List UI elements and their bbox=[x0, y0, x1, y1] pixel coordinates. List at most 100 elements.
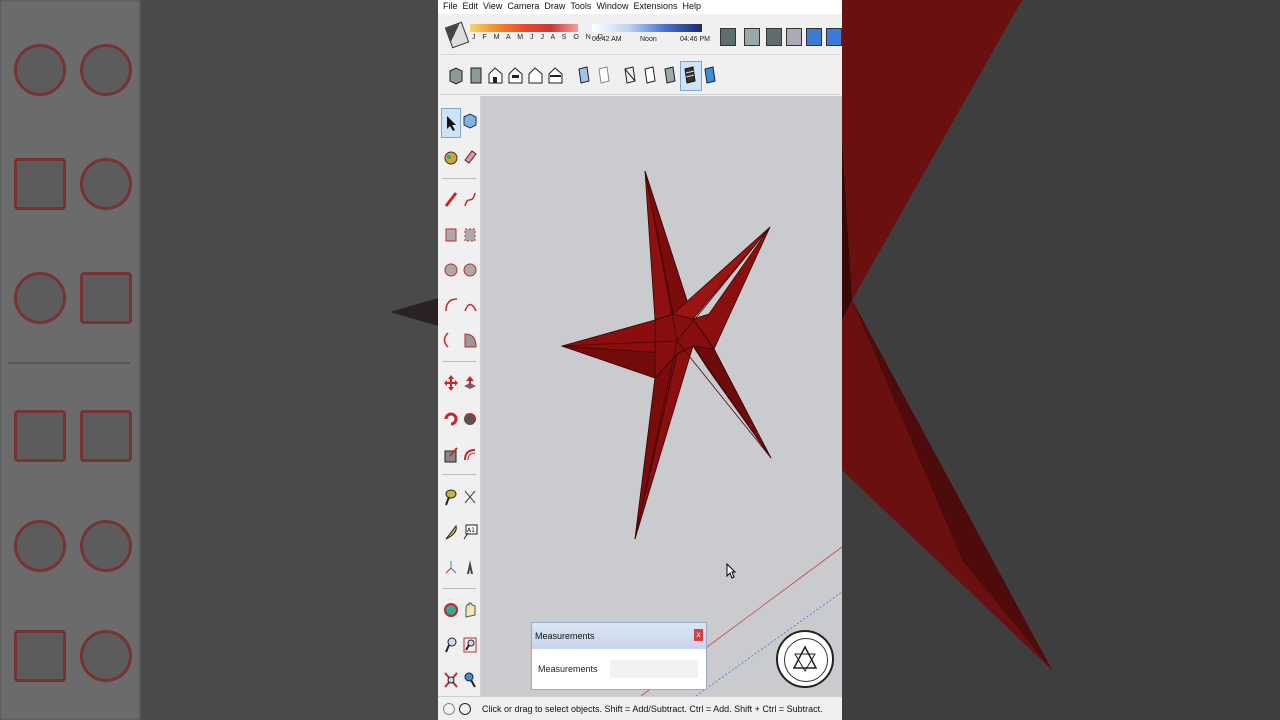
component-icon[interactable] bbox=[462, 112, 478, 130]
iso-view-icon[interactable] bbox=[448, 65, 463, 85]
ghost-move-icon bbox=[14, 410, 66, 462]
back-edges-icon[interactable] bbox=[744, 28, 760, 46]
monochrome-style-icon[interactable] bbox=[702, 65, 717, 85]
menu-window[interactable]: Window bbox=[595, 0, 632, 14]
rectangle-icon[interactable] bbox=[443, 226, 459, 244]
axes-icon[interactable] bbox=[443, 558, 459, 576]
pan-icon[interactable] bbox=[462, 601, 478, 619]
geo-location-icon[interactable] bbox=[443, 703, 455, 715]
ghost-pushpull-icon bbox=[80, 410, 132, 462]
zoom-extents-icon[interactable] bbox=[443, 671, 459, 689]
pencil-icon[interactable] bbox=[443, 190, 459, 208]
circle-icon[interactable] bbox=[443, 261, 459, 279]
pie-icon[interactable] bbox=[462, 331, 478, 349]
zoom-window-icon[interactable] bbox=[462, 636, 478, 654]
push-pull-icon[interactable] bbox=[462, 374, 478, 392]
time-start: 06:42 AM bbox=[592, 36, 622, 43]
status-bar: Click or drag to select objects. Shift =… bbox=[438, 696, 842, 720]
right-view-icon[interactable] bbox=[508, 65, 523, 85]
large-tool-set: A1 bbox=[438, 96, 481, 696]
front-view-icon[interactable] bbox=[488, 65, 503, 85]
follow-me-icon[interactable] bbox=[462, 410, 478, 428]
model-viewport[interactable]: Measurements x Measurements bbox=[481, 96, 842, 696]
previous-view-icon[interactable] bbox=[462, 671, 478, 689]
svg-text:A1: A1 bbox=[467, 527, 475, 534]
tool-separator bbox=[442, 474, 476, 475]
xray-style-icon[interactable] bbox=[576, 65, 591, 85]
status-message: Click or drag to select objects. Shift =… bbox=[482, 704, 823, 714]
back-edges-style-icon[interactable] bbox=[596, 65, 611, 85]
ghost-rotate-icon bbox=[14, 520, 66, 572]
ghost-arc2-icon bbox=[80, 158, 132, 210]
shaded-textures-style-icon[interactable] bbox=[682, 65, 697, 85]
back-view-icon[interactable] bbox=[528, 65, 543, 85]
measurements-title: Measurements bbox=[532, 623, 706, 649]
menu-tools[interactable]: Tools bbox=[569, 0, 595, 14]
arc-2pt-icon[interactable] bbox=[462, 296, 478, 314]
3d-text-icon[interactable] bbox=[462, 558, 478, 576]
menu-draw[interactable]: Draw bbox=[543, 0, 569, 14]
shadows-toolbar: J F M A M J J A S O N D 06:42 AM Noon 04… bbox=[440, 16, 842, 55]
ghost-pie-icon bbox=[80, 272, 132, 324]
wireframe-style-icon[interactable] bbox=[622, 65, 637, 85]
polygon-icon[interactable] bbox=[462, 261, 478, 279]
ghost-separator bbox=[8, 362, 130, 364]
hidden-line-icon[interactable] bbox=[786, 28, 802, 46]
eraser-icon[interactable] bbox=[462, 148, 478, 166]
rotated-rectangle-icon[interactable] bbox=[462, 226, 478, 244]
ghost-offset-icon bbox=[80, 630, 132, 682]
ghost-scale-icon bbox=[14, 630, 66, 682]
offset-icon[interactable] bbox=[462, 446, 478, 464]
top-view-icon[interactable] bbox=[468, 65, 483, 85]
close-icon[interactable]: x bbox=[694, 629, 703, 641]
arc-3pt-icon[interactable] bbox=[443, 331, 459, 349]
ghost-toolbar bbox=[0, 0, 140, 720]
rotate-icon[interactable] bbox=[443, 410, 459, 428]
ghost-star bbox=[842, 0, 1052, 670]
menu-view[interactable]: View bbox=[482, 0, 506, 14]
time-end: 04:46 PM bbox=[680, 36, 710, 43]
shaded-textures-icon[interactable] bbox=[826, 28, 842, 46]
move-icon[interactable] bbox=[443, 374, 459, 392]
ghost-arc3-icon bbox=[14, 272, 66, 324]
ghost-arc-icon bbox=[14, 158, 66, 210]
arc-icon[interactable] bbox=[443, 296, 459, 314]
dimension-icon[interactable] bbox=[462, 488, 478, 506]
tool-separator bbox=[442, 588, 476, 589]
menu-edit[interactable]: Edit bbox=[462, 0, 483, 14]
ghost-followme-icon bbox=[80, 520, 132, 572]
freehand-icon[interactable] bbox=[462, 190, 478, 208]
wireframe-icon[interactable] bbox=[766, 28, 782, 46]
xray-icon[interactable] bbox=[720, 28, 736, 46]
mouse-cursor-icon bbox=[726, 563, 736, 579]
orbit-icon[interactable] bbox=[443, 601, 459, 619]
menu-extensions[interactable]: Extensions bbox=[632, 0, 681, 14]
protractor-icon[interactable] bbox=[443, 523, 459, 541]
measurements-label: Measurements bbox=[538, 664, 598, 674]
info-icon[interactable] bbox=[459, 703, 471, 715]
shaded-style-icon[interactable] bbox=[662, 65, 677, 85]
zoom-icon[interactable] bbox=[443, 636, 459, 654]
month-slider[interactable] bbox=[470, 24, 578, 32]
shadow-toggle-icon[interactable] bbox=[444, 21, 470, 49]
sketchup-window: File Edit View Camera Draw Tools Window … bbox=[438, 0, 842, 720]
shaded-icon[interactable] bbox=[806, 28, 822, 46]
measurements-input[interactable] bbox=[610, 660, 698, 678]
select-icon[interactable] bbox=[443, 114, 459, 132]
views-toolbar bbox=[440, 56, 840, 95]
text-icon[interactable]: A1 bbox=[462, 523, 478, 541]
star-model[interactable] bbox=[481, 96, 842, 696]
paint-bucket-icon[interactable] bbox=[443, 148, 459, 166]
menu-file[interactable]: File bbox=[442, 0, 462, 14]
ghost-polygon-icon bbox=[80, 44, 132, 96]
menu-help[interactable]: Help bbox=[681, 0, 705, 14]
scale-icon[interactable] bbox=[443, 446, 459, 464]
watermark-logo bbox=[776, 630, 834, 688]
tool-separator bbox=[442, 361, 476, 362]
tape-measure-icon[interactable] bbox=[443, 488, 459, 506]
left-view-icon[interactable] bbox=[548, 65, 563, 85]
hidden-line-style-icon[interactable] bbox=[642, 65, 657, 85]
time-slider[interactable] bbox=[592, 24, 702, 32]
left-background-blur bbox=[0, 0, 438, 720]
menu-camera[interactable]: Camera bbox=[506, 0, 543, 14]
